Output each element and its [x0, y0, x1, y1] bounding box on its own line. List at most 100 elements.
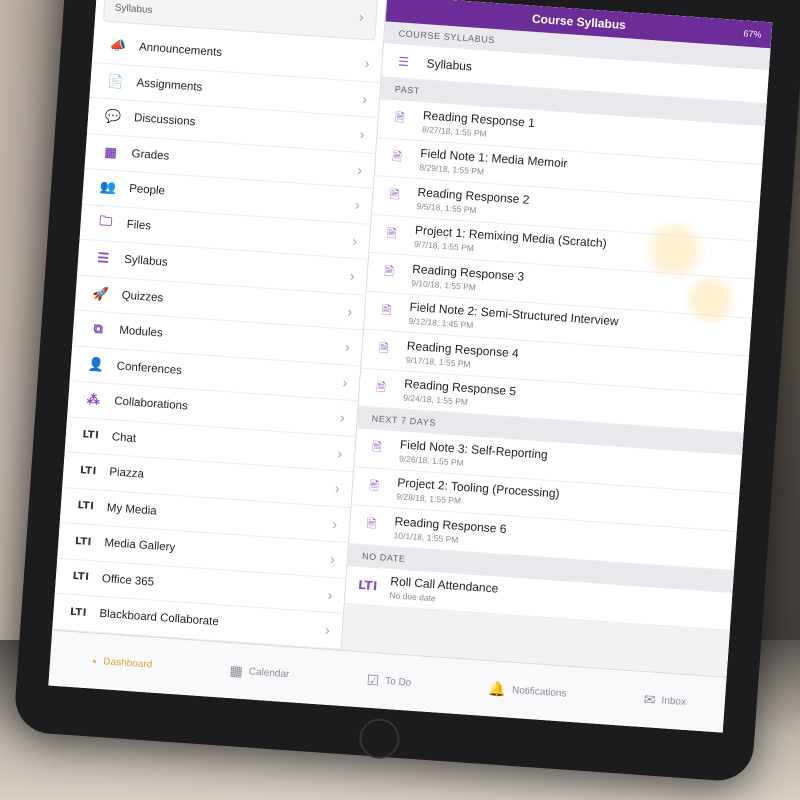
assignment-icon: 🗎: [381, 302, 392, 318]
menu-item-label: Modules: [118, 324, 164, 340]
bell-icon: 🔔: [488, 680, 507, 698]
chevron-right-icon: ›: [344, 338, 351, 355]
lti-icon: LTI: [72, 571, 90, 584]
tab-label: Inbox: [661, 695, 687, 708]
lti-icon: LTI: [77, 500, 95, 513]
chevron-right-icon: ›: [327, 586, 333, 603]
collaboration-icon: ⁂: [86, 391, 101, 408]
assignment-icon: 🗎: [389, 187, 400, 202]
assignment-text: Project 2: Tooling (Processing) 9/28/18, …: [396, 476, 560, 513]
assignment-icon: 📄: [107, 72, 125, 89]
discussion-icon: 💬: [104, 108, 122, 125]
lti-icon: LTI: [82, 429, 100, 442]
menu-item-label: Piazza: [108, 466, 145, 481]
tab-label: Notifications: [511, 684, 567, 700]
chevron-right-icon: ›: [354, 196, 361, 214]
menu-list: 📣 Announcements › 📄 Assignments › 💬 Discussions…: [52, 27, 383, 650]
chevron-right-icon: ›: [332, 515, 338, 532]
chevron-right-icon: ›: [341, 374, 348, 391]
rocket-icon: 🚀: [92, 285, 110, 302]
chevron-right-icon: ›: [364, 55, 371, 72]
assignment-text: Reading Response 5 9/24/18, 1:55 PM: [403, 377, 517, 411]
tab-inbox[interactable]: ✉ Inbox: [643, 691, 686, 711]
chevron-right-icon: ›: [356, 161, 363, 178]
menu-item-label: Media Gallery: [103, 537, 176, 555]
assignment-icon: 🗎: [366, 516, 377, 532]
light-glare: [640, 220, 710, 280]
course-navigation-menu: ...rne Syllabus › 📣Announcements›📄Assign…: [52, 0, 388, 650]
menu-item-label: Syllabus: [123, 253, 168, 269]
home-button[interactable]: [358, 717, 401, 761]
conference-icon: 👤: [87, 356, 105, 373]
main-area: ...rne Syllabus › 📣Announcements›📄Assign…: [52, 0, 773, 677]
assignment-icon: 🗎: [383, 264, 395, 279]
menu-item-label: Chat: [111, 431, 137, 445]
chevron-right-icon: ›: [337, 444, 343, 462]
calendar-icon: ▦: [229, 662, 244, 679]
lti-icon: LTI: [357, 578, 379, 594]
chevron-right-icon: ›: [329, 551, 336, 568]
screen: ...rne Syllabus › 📣Announcements›📄Assign…: [48, 0, 773, 733]
assignment-text: Field Note 3: Self-Reporting 9/26/18, 1:5…: [399, 437, 549, 473]
tab-notifications[interactable]: 🔔 Notifications: [488, 680, 567, 702]
menu-item-label: Conferences: [116, 360, 183, 377]
menu-item-label: Grades: [131, 147, 170, 163]
assignment-icon: 🗎: [378, 340, 389, 356]
tab-label: Calendar: [248, 666, 290, 681]
menu-item-label: My Media: [106, 501, 158, 518]
assignment-icon: 🗎: [371, 439, 383, 455]
menu-item-label: Assignments: [136, 76, 203, 94]
todo-icon: ☑: [366, 671, 380, 689]
syllabus-icon: ☰: [96, 250, 110, 266]
assignment-text: Reading Response 1 8/27/18, 1:55 PM: [422, 108, 536, 142]
assignment-text: Reading Response 2 9/5/18, 1:55 PM: [416, 185, 530, 219]
syllabus-label: Syllabus: [426, 55, 473, 73]
menu-item-label: Office 365: [101, 572, 155, 589]
assignment-icon: 🗎: [386, 225, 398, 241]
menu-item-label: Quizzes: [121, 289, 164, 305]
assignment-text: Field Note 1: Media Memoir 8/29/18, 1:55 …: [419, 146, 568, 182]
battery-indicator: 67%: [743, 28, 762, 40]
grades-icon: ▦: [104, 143, 118, 160]
tab-to-do[interactable]: ☑ To Do: [366, 672, 412, 692]
dashboard-icon: ◔: [88, 652, 98, 670]
list-icon: ☰: [397, 53, 410, 69]
assignment-icon: 🗎: [394, 110, 406, 126]
assignment-text: Reading Response 3 9/10/18, 1:55 PM: [411, 262, 525, 296]
chevron-right-icon: ›: [346, 303, 353, 320]
assignment-text: Roll Call Attendance No due date: [389, 574, 499, 607]
lti-icon: LTI: [79, 464, 98, 478]
modules-icon: ⧉: [93, 321, 104, 337]
menu-item-label: People: [128, 183, 166, 198]
assignment-icon: 🗎: [375, 379, 387, 395]
tab-label: Dashboard: [103, 656, 153, 671]
syllabus-content: Course Syllabus 67% COURSE SYLLABUS ☰ Sy…: [341, 0, 773, 677]
page-title: Course Syllabus: [531, 11, 627, 33]
light-glare: [680, 275, 740, 325]
lti-icon: LTI: [74, 535, 93, 548]
assignment-text: Project 1: Remixing Media (Scratch) 9/7/1…: [414, 223, 607, 262]
assignment-icon: 🗎: [391, 148, 403, 164]
chevron-right-icon: ›: [359, 126, 366, 143]
chevron-right-icon: ›: [361, 90, 368, 108]
chevron-right-icon: ›: [334, 480, 341, 497]
tab-label: To Do: [384, 675, 412, 689]
menu-item-label: Blackboard Collaborate: [99, 608, 220, 629]
chevron-right-icon: ›: [324, 621, 331, 639]
assignment-text: Reading Response 6 10/1/18, 1:55 PM: [393, 514, 507, 548]
chevron-right-icon: ›: [349, 267, 356, 285]
people-icon: 👥: [99, 179, 117, 196]
mail-icon: ✉: [643, 691, 657, 708]
lti-icon: LTI: [69, 606, 88, 619]
assignment-icon: 🗎: [368, 478, 380, 493]
menu-item-label: Discussions: [133, 112, 196, 129]
chevron-right-icon: ›: [351, 232, 358, 249]
menu-item-label: Files: [126, 218, 152, 233]
tab-dashboard[interactable]: ◔ Dashboard: [88, 653, 152, 673]
menu-item-label: Collaborations: [113, 395, 189, 413]
tablet-device: ...rne Syllabus › 📣Announcements›📄Assign…: [13, 0, 800, 783]
menu-item-label: Announcements: [138, 41, 223, 60]
assignment-text: Reading Response 4 9/17/18, 1:55 PM: [406, 338, 520, 372]
tab-calendar[interactable]: ▦ Calendar: [229, 662, 290, 683]
folder-icon: 🗀: [98, 212, 113, 229]
